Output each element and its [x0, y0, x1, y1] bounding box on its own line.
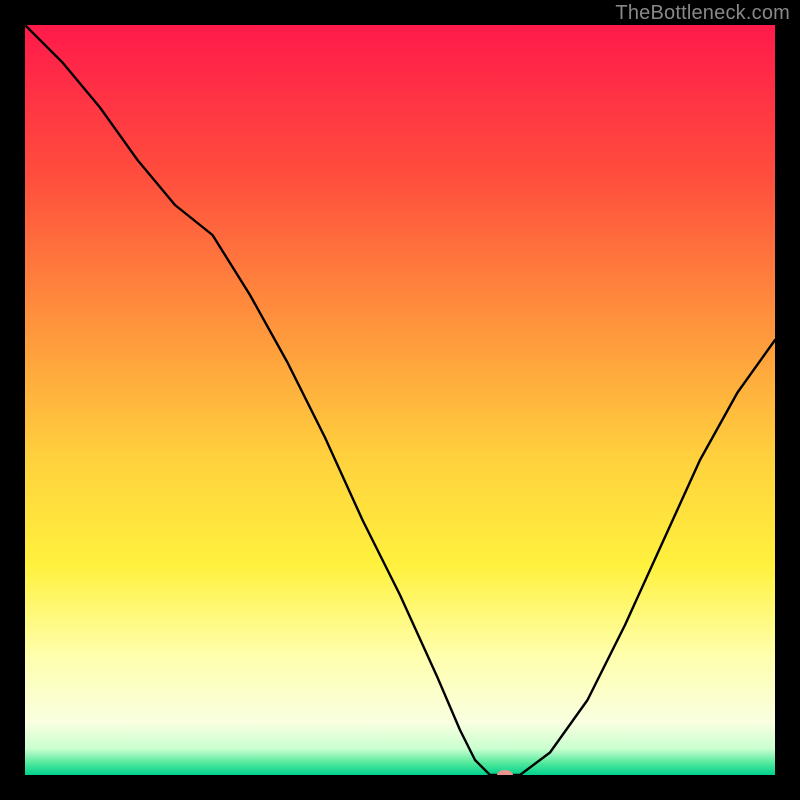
watermark-text: TheBottleneck.com [615, 2, 790, 25]
bottleneck-chart [25, 25, 775, 775]
chart-frame: TheBottleneck.com [0, 0, 800, 800]
chart-background [25, 25, 775, 775]
